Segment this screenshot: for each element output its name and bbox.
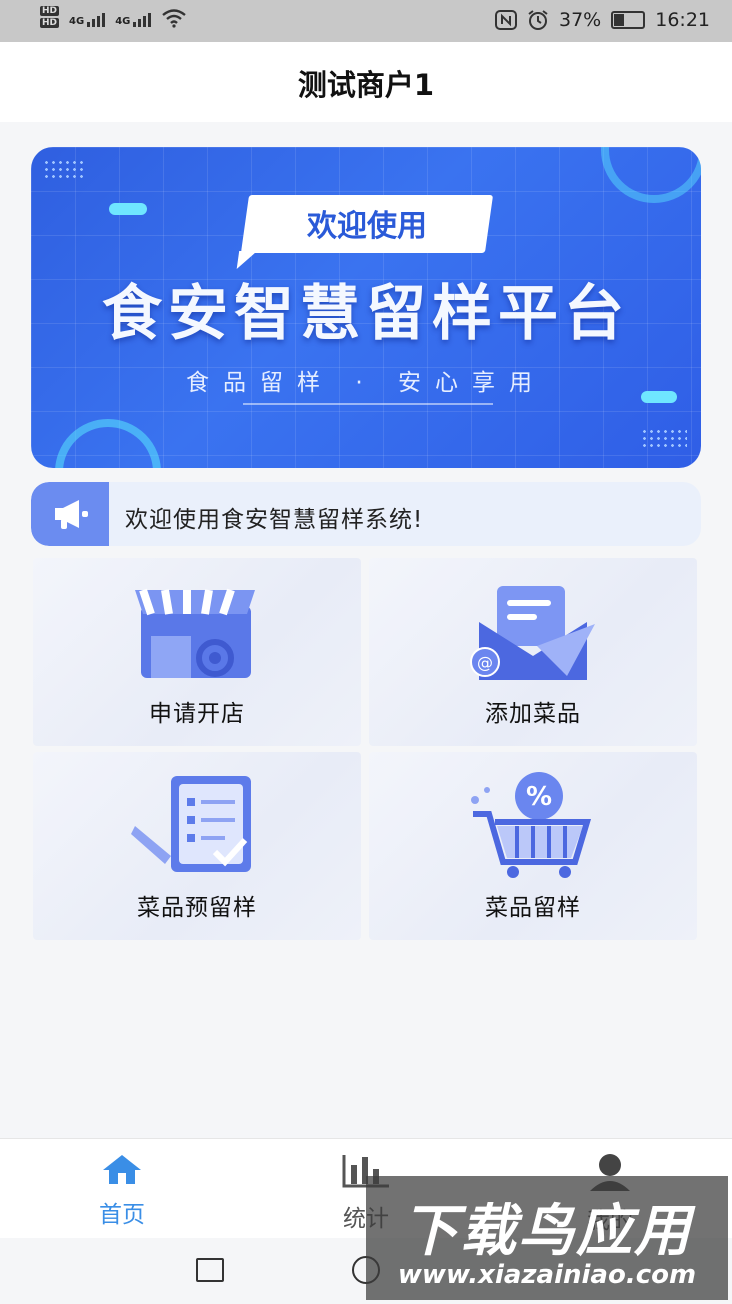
menu-apply-open-store[interactable]: 申请开店 [33, 558, 361, 746]
status-right: 37% 16:21 [495, 9, 710, 31]
banner-platform-title: 食安智慧留样平台 [102, 279, 630, 349]
tab-home[interactable]: 首页 [62, 1153, 182, 1229]
menu-dish-sample[interactable]: % 菜品留样 [369, 752, 697, 940]
watermark: 下载鸟应用 www.xiazainiao.com [366, 1176, 728, 1300]
menu-label: 菜品留样 [485, 895, 581, 921]
banner-welcome-text: 欢迎使用 [307, 209, 427, 244]
tab-home-label: 首页 [99, 1202, 145, 1228]
network-type-1: 4G [69, 16, 85, 27]
recent-apps-button[interactable] [196, 1258, 224, 1282]
home-icon [103, 1155, 141, 1184]
battery-level [614, 14, 625, 26]
signal-1: 4G [69, 9, 106, 27]
battery-percent: 37% [559, 9, 602, 31]
svg-text:@: @ [477, 653, 493, 672]
page-title: 测试商户1 [297, 68, 435, 102]
status-left: HD HD 4G 4G [40, 6, 187, 30]
alarm-icon [528, 10, 548, 30]
banner-slogan: 食品留样 · 安心享用 [186, 370, 546, 396]
notice-bar: 欢迎使用食安智慧留样系统! [31, 482, 701, 546]
watermark-logo-text: 下载鸟应用 [402, 1199, 692, 1264]
hd-label-1: HD [40, 6, 60, 16]
menu-label: 申请开店 [149, 701, 245, 727]
network-type-2: 4G [115, 16, 131, 27]
megaphone-icon [55, 500, 88, 529]
hd-indicator: HD HD [40, 6, 60, 30]
nav-header: 测试商户1 [0, 42, 732, 122]
signal-bars-icon [133, 9, 152, 27]
banner-divider [243, 403, 493, 405]
storefront-icon [135, 588, 255, 678]
banner-dots-decoration [43, 159, 83, 179]
status-bar: HD HD 4G 4G 37% 16:21 [0, 0, 732, 42]
menu-dish-pre-sample[interactable]: 菜品预留样 [33, 752, 361, 940]
nfc-icon [495, 10, 517, 30]
shopping-cart-icon: % [471, 772, 592, 878]
signal-bars-icon [87, 9, 106, 27]
battery-icon [611, 11, 646, 29]
signal-2: 4G [115, 9, 152, 27]
function-grid: 申请开店 @ 添加菜品 菜品预留样 % 菜品留样 [33, 558, 699, 942]
checklist-clipboard-icon [131, 776, 251, 872]
notice-text: 欢迎使用食安智慧留样系统! [125, 507, 424, 533]
banner-dots-decoration [641, 428, 687, 450]
watermark-url: www.xiazainiao.com [397, 1260, 697, 1290]
clock: 16:21 [655, 9, 710, 31]
notice-icon-wrap [31, 482, 109, 546]
wifi-icon [162, 9, 187, 28]
menu-add-dish[interactable]: @ 添加菜品 [369, 558, 697, 746]
hd-label-2: HD [40, 18, 60, 28]
envelope-icon: @ [470, 586, 595, 680]
menu-label: 添加菜品 [485, 701, 581, 727]
menu-label: 菜品预留样 [137, 895, 257, 921]
svg-text:%: % [526, 782, 552, 812]
banner-pill-decoration [109, 203, 147, 215]
promo-banner[interactable]: 欢迎使用 食安智慧留样平台 食品留样 · 安心享用 [31, 147, 701, 468]
